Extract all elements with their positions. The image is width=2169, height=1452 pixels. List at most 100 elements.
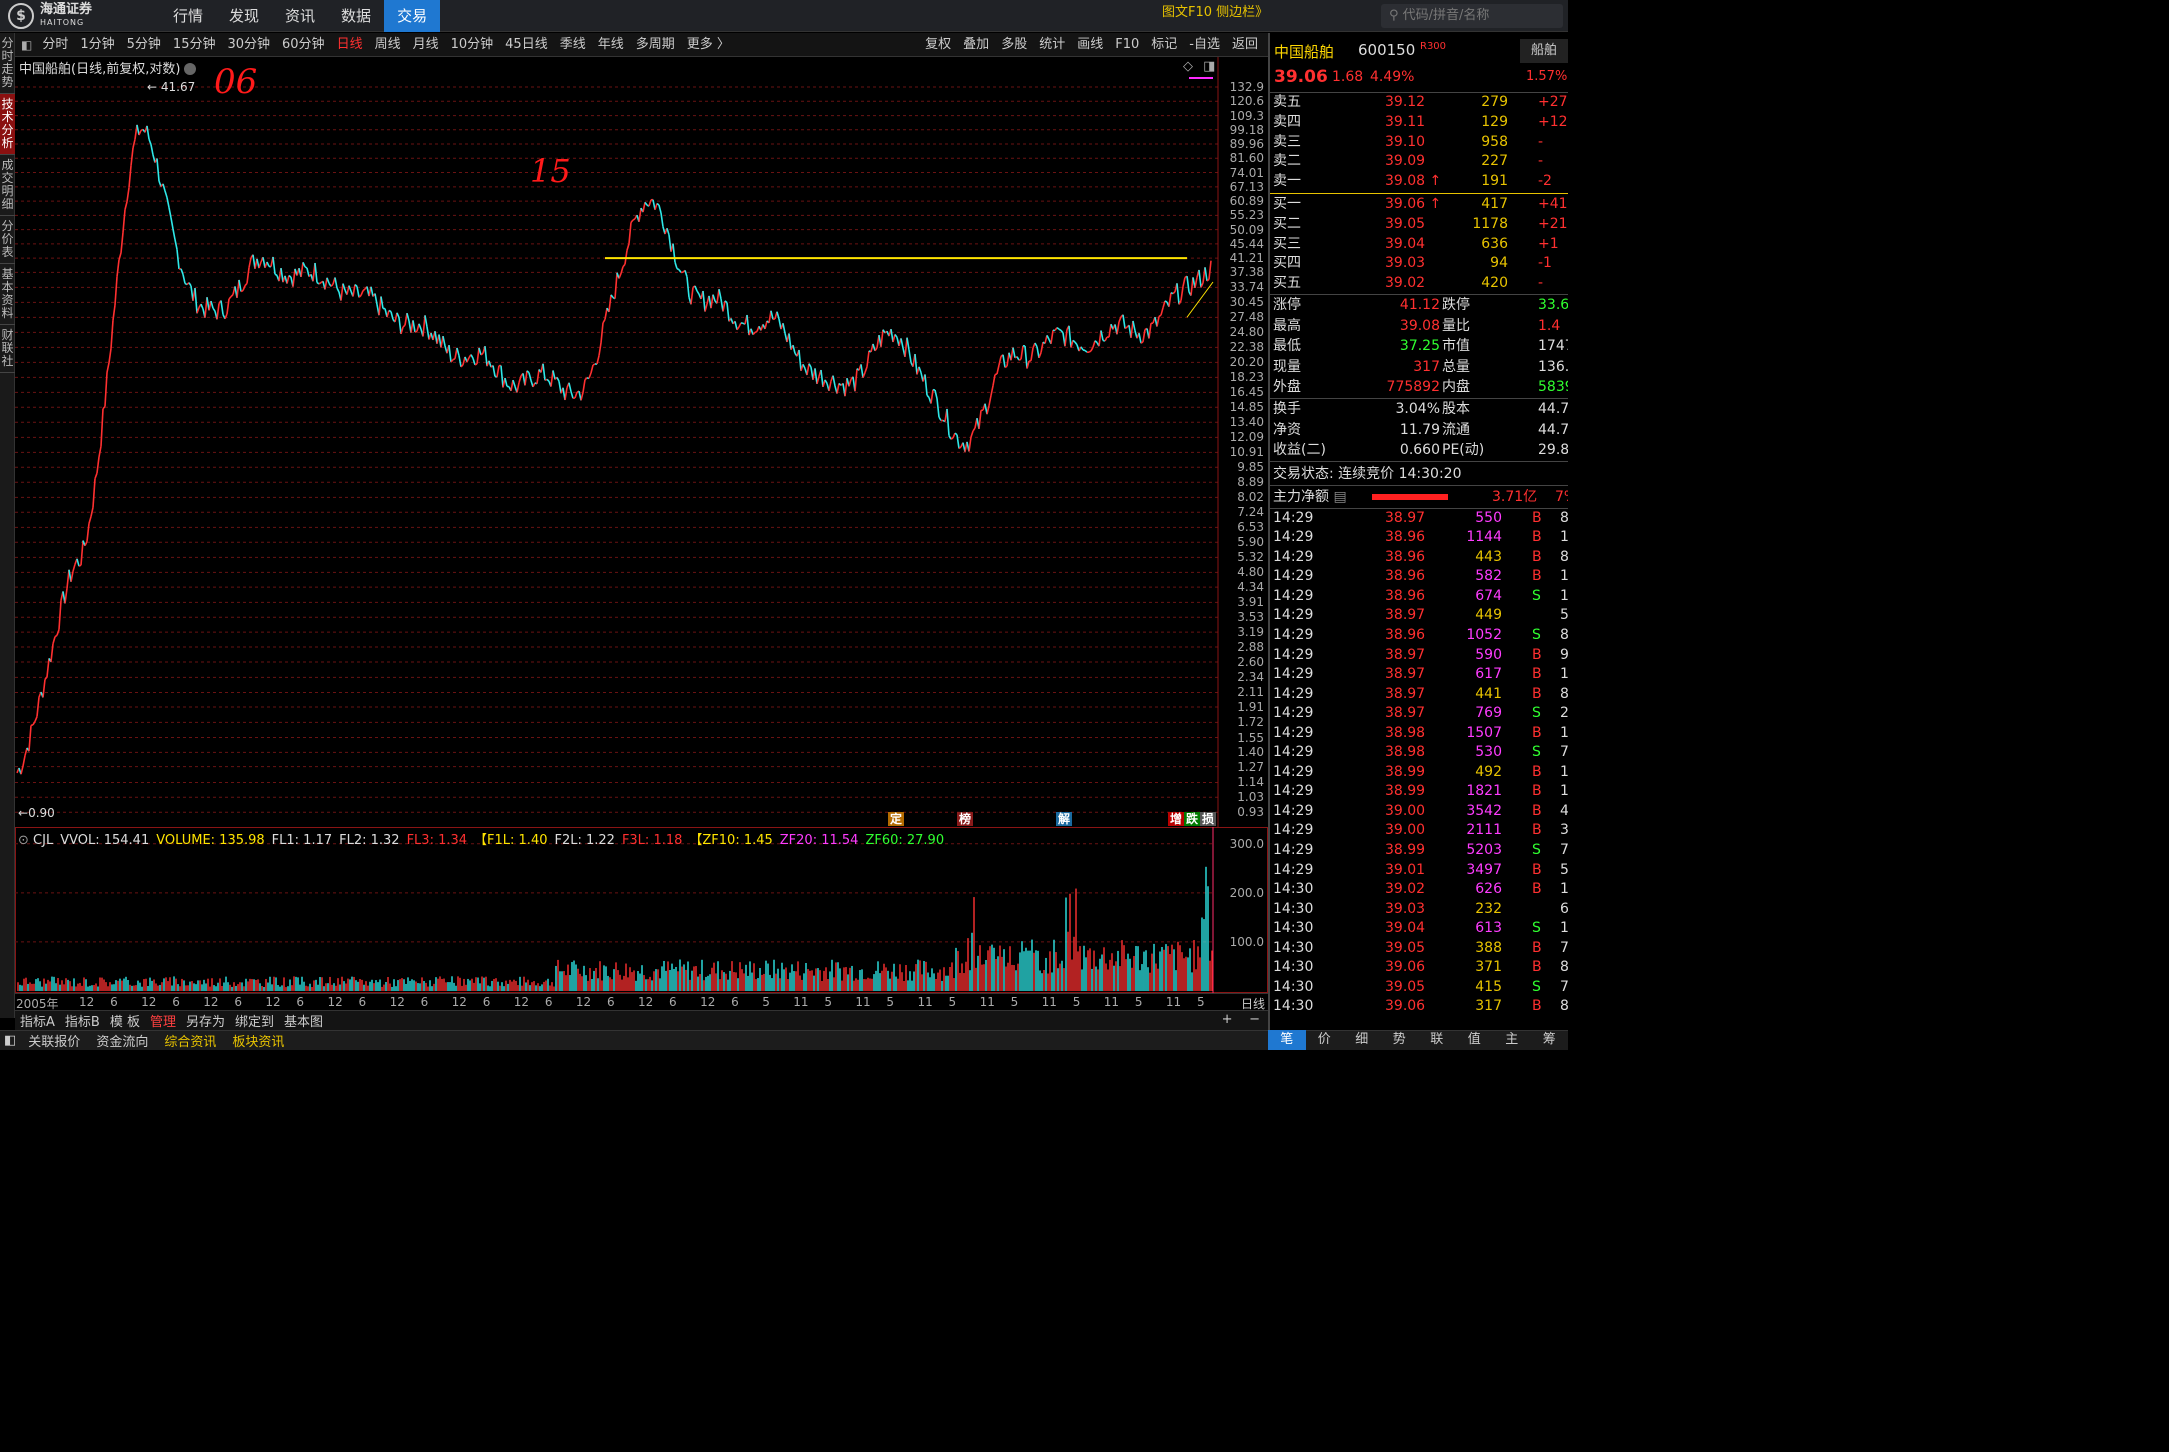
tick-row[interactable]: 14:29 39.00 2111 B 31 — [1270, 821, 1568, 841]
period-11[interactable]: 季线 — [554, 33, 592, 57]
tick-row[interactable]: 14:29 38.99 5203 S 73 — [1270, 841, 1568, 861]
period-3[interactable]: 15分钟 — [167, 33, 222, 57]
panel-toggle-icon[interactable]: ◧ — [21, 38, 32, 52]
period-2[interactable]: 5分钟 — [121, 33, 167, 57]
event-badge-5[interactable]: 损 — [1200, 812, 1217, 826]
volume-chart[interactable] — [15, 827, 1268, 993]
bottom-tab-1[interactable]: 指标B — [60, 1011, 105, 1030]
expand-icon[interactable]: ◨ — [1203, 59, 1215, 74]
asks-row[interactable]: 卖四 39.11 129 +12 — [1270, 113, 1568, 133]
tick-row[interactable]: 14:29 38.97 441 B 8 — [1270, 685, 1568, 705]
tool-0[interactable]: 复权 — [919, 33, 957, 57]
bottom-tab-6[interactable]: 基本图 — [279, 1011, 328, 1030]
bids-row[interactable]: 买二 39.05 1178 +21 — [1270, 215, 1568, 235]
period-13[interactable]: 多周期 — [630, 33, 681, 57]
status-link-3[interactable]: 板块资讯 — [224, 1031, 292, 1050]
bottom-tab-4[interactable]: 另存为 — [181, 1011, 230, 1030]
asks-row[interactable]: 卖二 39.09 227 - — [1270, 152, 1568, 172]
period-6[interactable]: 日线 — [331, 33, 369, 57]
side-tab-2[interactable]: 成交明细 — [0, 155, 15, 216]
tool-6[interactable]: 标记 — [1145, 33, 1183, 57]
bids-row[interactable]: 买一 39.06 ↑ 417 +41 — [1270, 195, 1568, 215]
tool-7[interactable]: -自选 — [1183, 33, 1226, 57]
tick-row[interactable]: 14:30 39.02 626 B 10 — [1270, 880, 1568, 900]
tick-row[interactable]: 14:30 39.04 613 S 10 — [1270, 919, 1568, 939]
bids-row[interactable]: 买四 39.03 94 -1 — [1270, 254, 1568, 274]
period-9[interactable]: 10分钟 — [445, 33, 500, 57]
tick-row[interactable]: 14:29 38.96 582 B 11 — [1270, 567, 1568, 587]
quote-tab-0[interactable]: 笔 — [1268, 1030, 1306, 1050]
bottom-tab-2[interactable]: 模 板 — [105, 1011, 145, 1030]
tick-row[interactable]: 14:29 39.00 3542 B 44 — [1270, 802, 1568, 822]
asks-row[interactable]: 卖三 39.10 958 - — [1270, 133, 1568, 153]
tool-5[interactable]: F10 — [1109, 33, 1145, 57]
side-tab-5[interactable]: 财联社 — [0, 325, 15, 373]
zoom-in-icon[interactable]: + — [1222, 1012, 1233, 1027]
quote-tab-7[interactable]: 筹 — [1531, 1030, 1569, 1050]
brand-logo[interactable]: $ 海通证券 HAITONG — [8, 3, 92, 29]
tick-row[interactable]: 14:29 38.99 1821 B 19 — [1270, 782, 1568, 802]
period-12[interactable]: 年线 — [592, 33, 630, 57]
chart-title[interactable]: 中国船舶(日线,前复权,对数) — [19, 58, 197, 77]
tool-1[interactable]: 叠加 — [957, 33, 995, 57]
tick-row[interactable]: 14:29 38.97 769 S 22 — [1270, 704, 1568, 724]
event-badge-0[interactable]: 定 — [888, 812, 905, 826]
quote-tab-3[interactable]: 势 — [1381, 1030, 1419, 1050]
bids-row[interactable]: 买三 39.04 636 +1 — [1270, 235, 1568, 255]
nav-tab-3[interactable]: 数据 — [328, 0, 384, 32]
volume-collapse-icon[interactable]: ⊙ — [18, 833, 33, 848]
side-tab-0[interactable]: 分时走势 — [0, 33, 15, 94]
period-4[interactable]: 30分钟 — [221, 33, 276, 57]
zoom-out-icon[interactable]: − — [1249, 1012, 1260, 1027]
period-14[interactable]: 更多 〉 — [681, 33, 736, 57]
side-tab-4[interactable]: 基本资料 — [0, 264, 15, 325]
period-1[interactable]: 1分钟 — [74, 33, 120, 57]
asks-row[interactable]: 卖一 39.08 ↑ 191 -2 — [1270, 172, 1568, 192]
tick-row[interactable]: 14:29 39.01 3497 B 55 — [1270, 861, 1568, 881]
event-badge-2[interactable]: 解 — [1056, 812, 1073, 826]
tick-row[interactable]: 14:30 39.05 415 S 7 — [1270, 978, 1568, 998]
quote-tab-2[interactable]: 细 — [1343, 1030, 1381, 1050]
quote-tab-6[interactable]: 主 — [1493, 1030, 1531, 1050]
event-badge-4[interactable]: 跌 — [1184, 812, 1201, 826]
period-8[interactable]: 月线 — [407, 33, 445, 57]
period-5[interactable]: 60分钟 — [276, 33, 331, 57]
tick-row[interactable]: 14:29 38.98 530 S 7 — [1270, 743, 1568, 763]
event-badge-3[interactable]: 增 — [1168, 812, 1185, 826]
tick-row[interactable]: 14:29 38.98 1507 B 19 — [1270, 724, 1568, 744]
tick-row[interactable]: 14:30 39.03 232 6 — [1270, 900, 1568, 920]
tick-row[interactable]: 14:29 38.97 617 B 11 — [1270, 665, 1568, 685]
info-icon[interactable]: ▤ — [1333, 489, 1346, 505]
f10-sidebar-link[interactable]: 图文F10 侧边栏》 — [1162, 1, 1268, 20]
sector-button[interactable]: 船舶 — [1520, 39, 1568, 63]
chart-settings-icon[interactable] — [184, 63, 197, 75]
tick-row[interactable]: 14:29 38.97 550 B 8 — [1270, 509, 1568, 529]
tool-3[interactable]: 统计 — [1033, 33, 1071, 57]
tick-row[interactable]: 14:29 38.97 449 5 — [1270, 606, 1568, 626]
bottom-tab-3[interactable]: 管理 — [145, 1011, 181, 1030]
tool-8[interactable]: 返回 — [1226, 33, 1264, 57]
status-link-1[interactable]: 资金流向 — [88, 1031, 156, 1050]
nav-tab-0[interactable]: 行情 — [160, 0, 216, 32]
quote-tab-1[interactable]: 价 — [1306, 1030, 1344, 1050]
tick-row[interactable]: 14:29 38.97 590 B 9 — [1270, 646, 1568, 666]
side-tab-1[interactable]: 技术分析 — [0, 94, 15, 155]
asks-row[interactable]: 卖五 39.12 279 +27 — [1270, 93, 1568, 113]
tick-row[interactable]: 14:29 38.99 492 B 10 — [1270, 763, 1568, 783]
search-input[interactable]: ⚲ 代码/拼音/名称 — [1381, 4, 1563, 28]
tick-row[interactable]: 14:29 38.96 1052 S 8 — [1270, 626, 1568, 646]
price-chart[interactable] — [15, 57, 1268, 827]
quote-tab-4[interactable]: 联 — [1418, 1030, 1456, 1050]
tick-row[interactable]: 14:30 39.06 317 B 8 — [1270, 997, 1568, 1017]
event-badge-1[interactable]: 榜 — [957, 812, 974, 826]
tick-row[interactable]: 14:29 38.96 443 B 8 — [1270, 548, 1568, 568]
tool-2[interactable]: 多股 — [995, 33, 1033, 57]
tick-row[interactable]: 14:30 39.06 371 B 8 — [1270, 958, 1568, 978]
period-0[interactable]: 分时 — [36, 33, 74, 57]
status-link-2[interactable]: 综合资讯 — [156, 1031, 224, 1050]
bottom-tab-0[interactable]: 指标A — [15, 1011, 60, 1030]
tick-list[interactable]: 14:2938.97550B814:2938.961144B1314:2938.… — [1270, 507, 1568, 1017]
period-10[interactable]: 45日线 — [499, 33, 554, 57]
period-7[interactable]: 周线 — [369, 33, 407, 57]
tick-row[interactable]: 14:29 38.96 1144 B 13 — [1270, 528, 1568, 548]
